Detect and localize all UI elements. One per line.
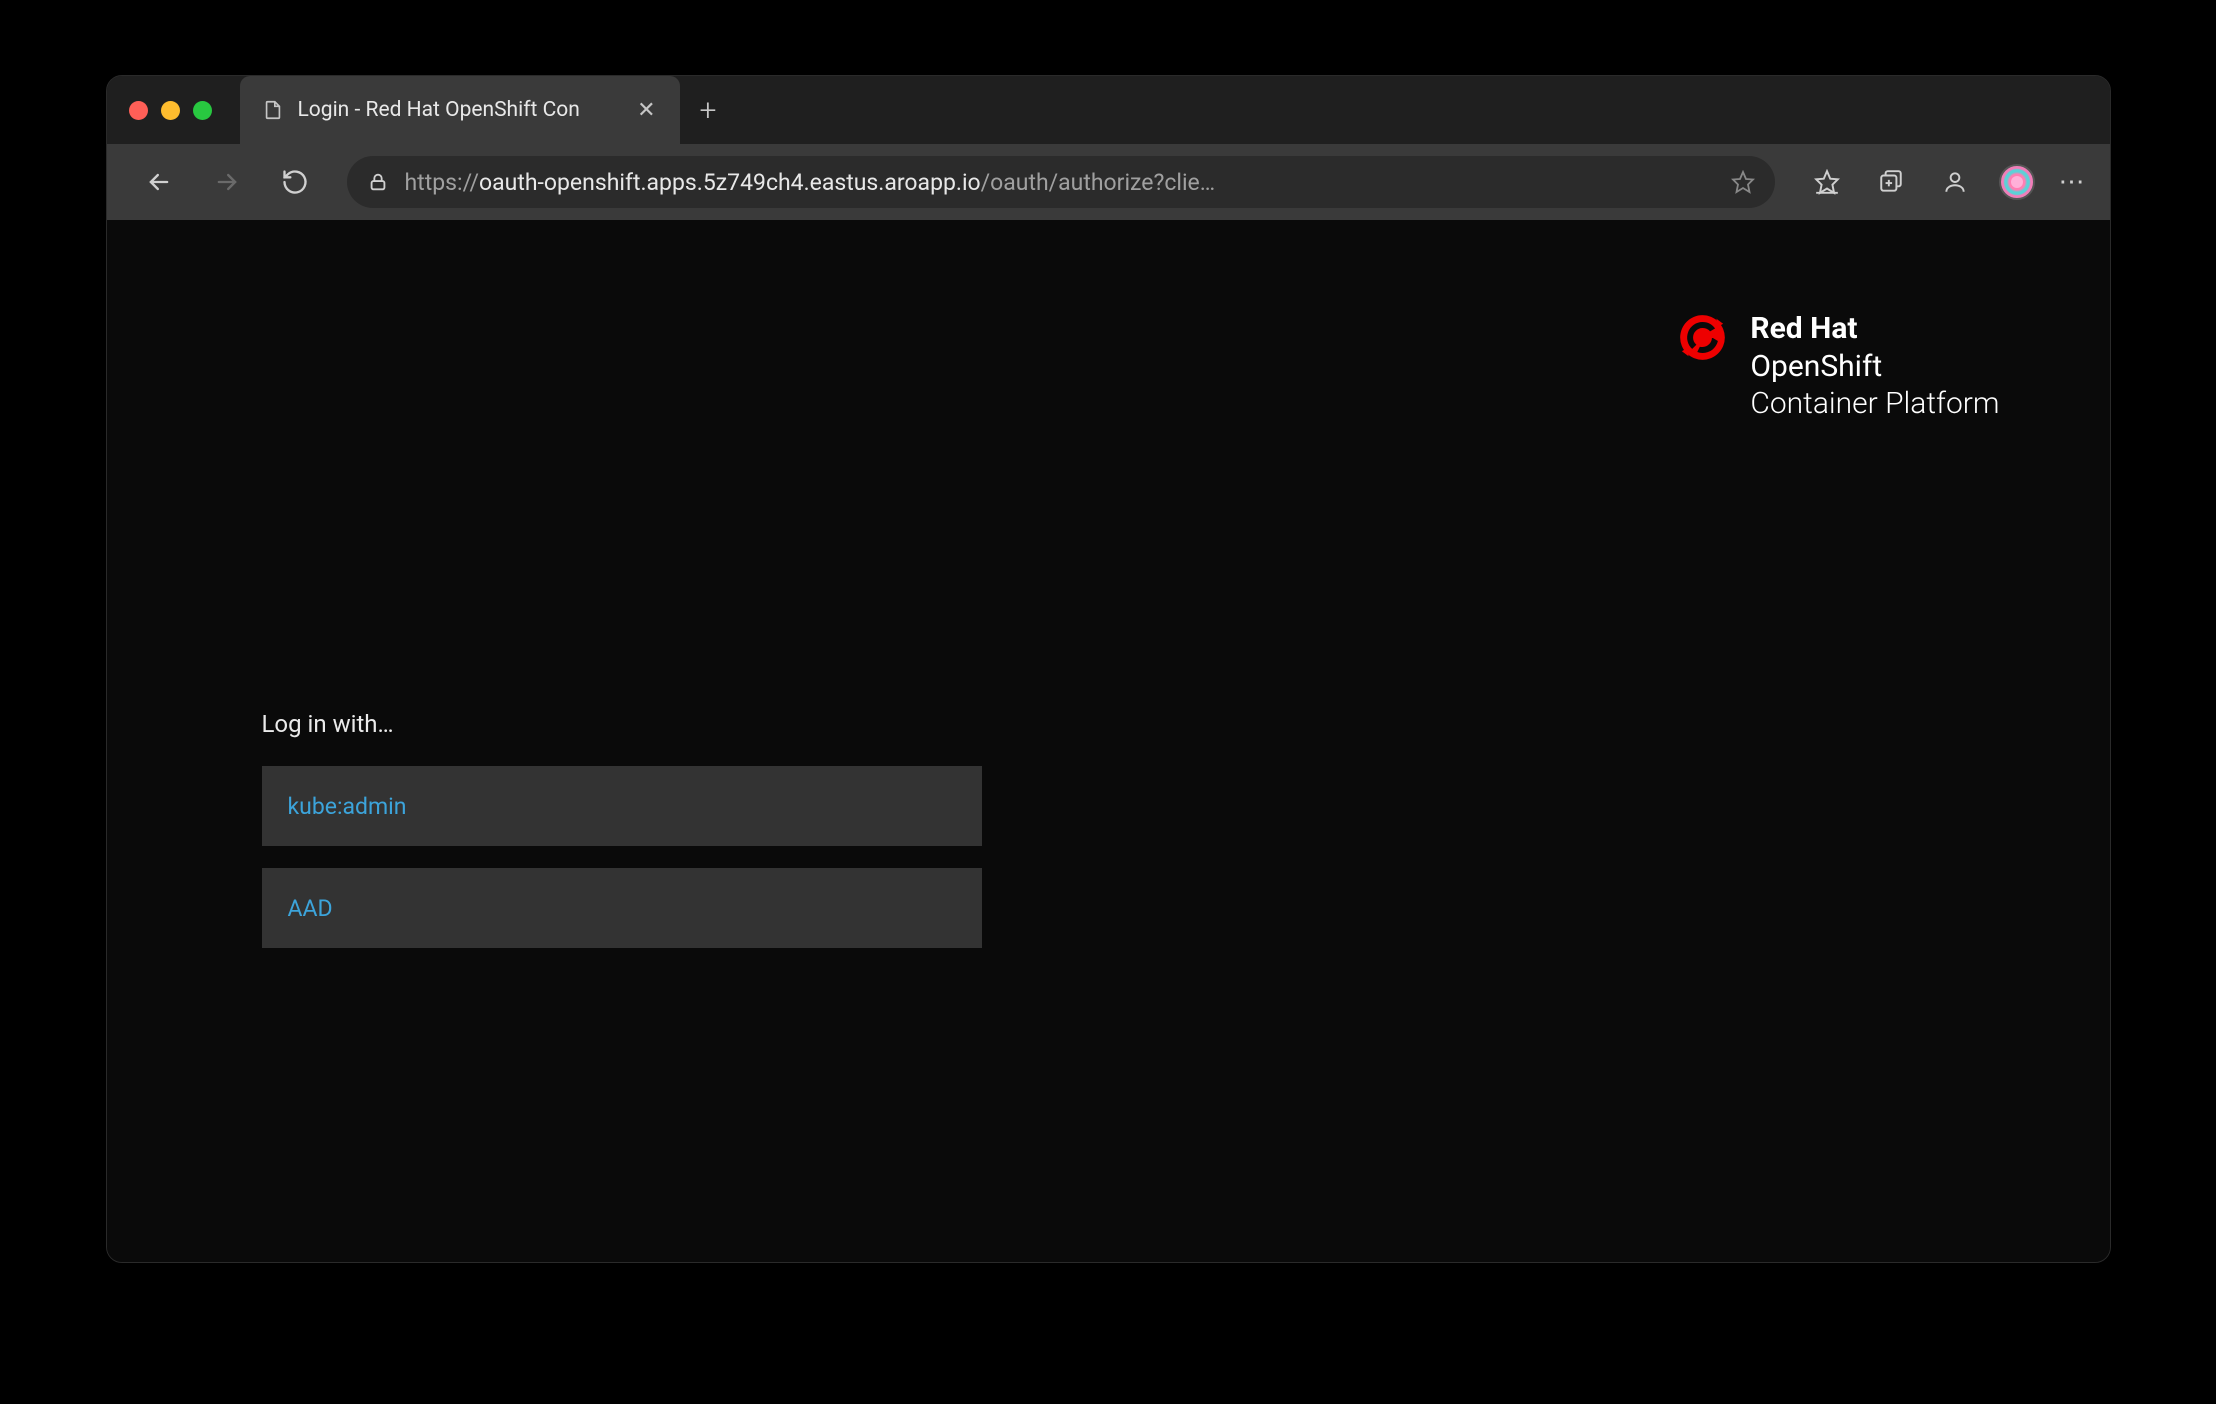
logo-subproduct: Container Platform <box>1750 385 1999 423</box>
minimize-window-button[interactable] <box>161 101 180 120</box>
browser-tab[interactable]: Login - Red Hat OpenShift Con ✕ <box>240 76 680 144</box>
close-window-button[interactable] <box>129 101 148 120</box>
tab-title: Login - Red Hat OpenShift Con <box>298 98 618 122</box>
idp-aad-button[interactable]: AAD <box>262 868 982 948</box>
toolbar-right: ⋯ <box>1797 162 2088 202</box>
url-scheme: https:// <box>405 169 480 196</box>
maximize-window-button[interactable] <box>193 101 212 120</box>
login-heading: Log in with… <box>262 710 982 738</box>
refresh-button[interactable] <box>265 158 325 206</box>
url-host: oauth-openshift.apps.5z749ch4.eastus.aro… <box>479 169 981 196</box>
favorites-button[interactable] <box>1807 162 1847 202</box>
logo-vendor: Red Hat <box>1750 310 1999 348</box>
browser-tabbar: Login - Red Hat OpenShift Con ✕ + <box>107 76 2110 144</box>
page-icon <box>262 99 284 121</box>
close-tab-button[interactable]: ✕ <box>631 96 661 125</box>
new-tab-button[interactable]: + <box>680 93 737 128</box>
browser-window: Login - Red Hat OpenShift Con ✕ + https:… <box>106 75 2111 1263</box>
login-panel: Log in with… kube:admin AAD <box>262 710 982 970</box>
lock-icon <box>367 171 389 193</box>
product-logo: Red Hat OpenShift Container Platform <box>1675 310 1999 423</box>
page-content: Red Hat OpenShift Container Platform Log… <box>107 220 2110 1262</box>
window-controls <box>129 101 212 120</box>
more-menu-button[interactable]: ⋯ <box>2059 167 2088 197</box>
collections-button[interactable] <box>1871 162 1911 202</box>
favorite-outline-icon[interactable] <box>1731 170 1755 194</box>
address-bar[interactable]: https://oauth-openshift.apps.5z749ch4.ea… <box>347 156 1775 208</box>
url-text: https://oauth-openshift.apps.5z749ch4.ea… <box>405 169 1715 196</box>
logo-product: OpenShift <box>1750 348 1999 386</box>
idp-kube-admin-button[interactable]: kube:admin <box>262 766 982 846</box>
forward-button[interactable] <box>197 158 257 206</box>
url-path: /oauth/authorize?clie… <box>981 169 1215 196</box>
back-button[interactable] <box>129 158 189 206</box>
user-avatar[interactable] <box>1999 164 2035 200</box>
product-logo-text: Red Hat OpenShift Container Platform <box>1750 310 1999 423</box>
browser-toolbar: https://oauth-openshift.apps.5z749ch4.ea… <box>107 144 2110 220</box>
redhat-icon <box>1675 310 1730 369</box>
profile-button[interactable] <box>1935 162 1975 202</box>
